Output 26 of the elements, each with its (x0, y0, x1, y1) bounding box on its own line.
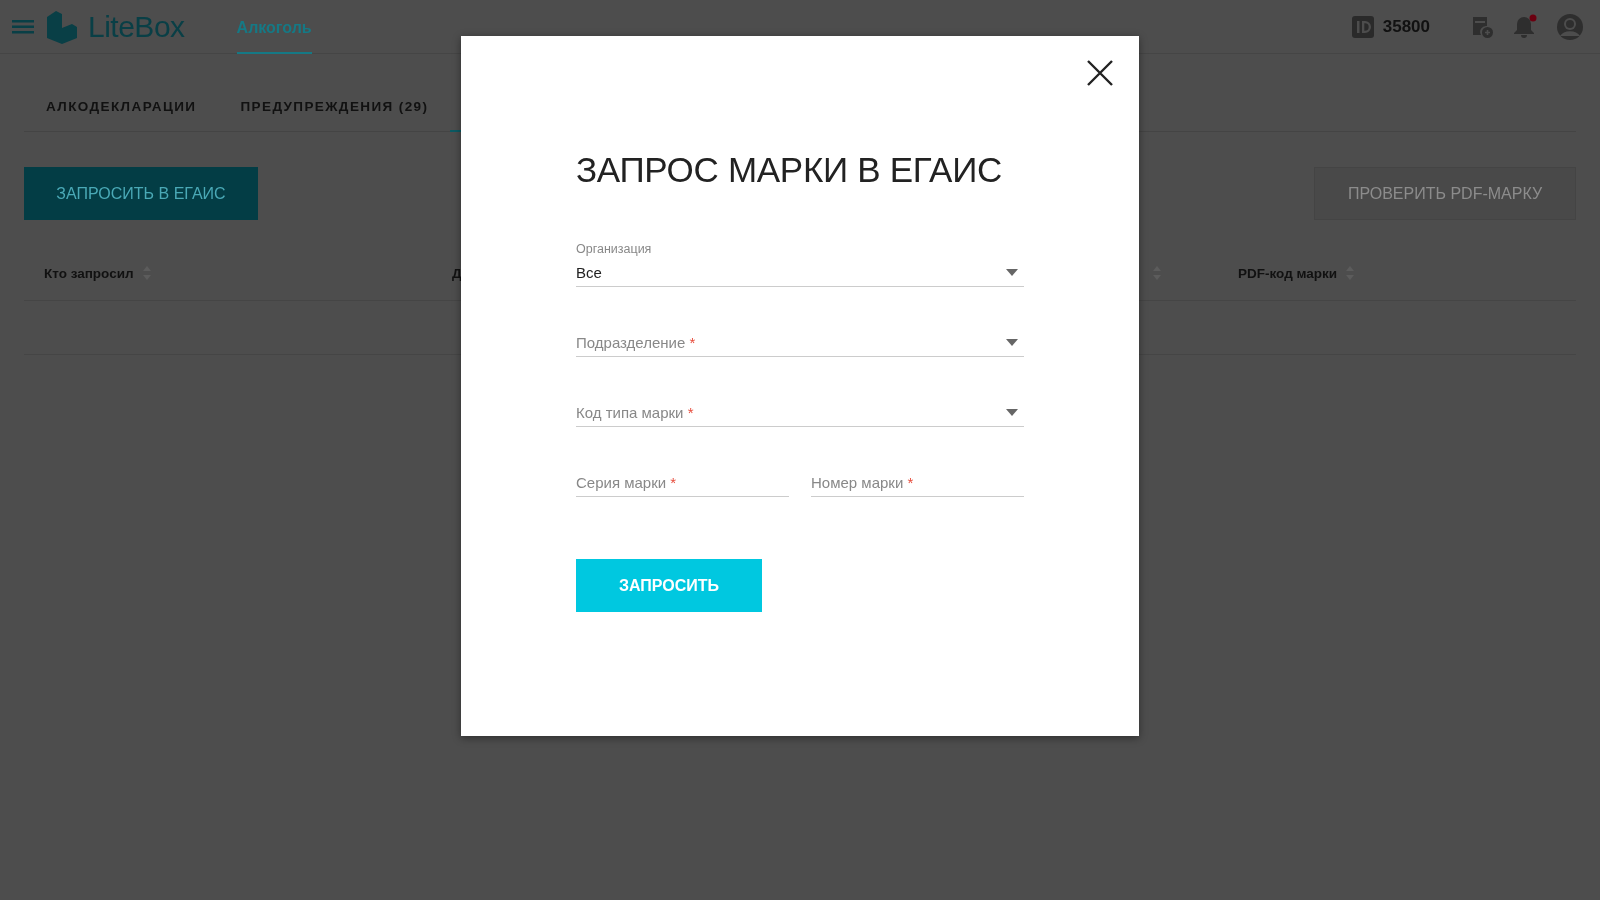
close-icon[interactable] (1087, 60, 1113, 86)
bell-icon[interactable] (1512, 13, 1538, 40)
dropdown-caret-icon (1006, 408, 1018, 416)
select-field[interactable]: Организация Все (576, 242, 1024, 287)
logo-icon (46, 9, 78, 44)
tab[interactable]: АЛКОДЕКЛАРАЦИИ (24, 99, 219, 132)
column-header: Кто запросил (44, 265, 134, 281)
dialog-title: ЗАПРОС МАРКИ В ЕГАИС (576, 150, 1003, 190)
select-field[interactable]: Код типа марки * (576, 401, 1024, 427)
column-header: Д (452, 265, 462, 281)
id-icon (1351, 15, 1374, 38)
dropdown-caret-icon (1006, 268, 1018, 276)
dropdown-caret-icon (1006, 338, 1018, 346)
check-pdf-button[interactable]: ПРОВЕРИТЬ PDF-МАРКУ (1314, 167, 1576, 220)
tab[interactable]: ПРЕДУПРЕЖДЕНИЯ (29) (218, 99, 451, 132)
input-field[interactable]: Серия марки * (576, 471, 789, 497)
input-field[interactable]: Номер марки * (811, 471, 1024, 497)
menu-icon[interactable] (12, 19, 34, 34)
select-field[interactable]: Подразделение * (576, 331, 1024, 357)
account-id: 35800 (1382, 16, 1430, 37)
submit-button[interactable]: ЗАПРОСИТЬ (576, 559, 762, 612)
brand-name: LiteBox (88, 9, 185, 44)
column-header: PDF-код марки (1238, 265, 1338, 281)
request-button[interactable]: ЗАПРОСИТЬ В ЕГАИС (24, 167, 258, 220)
avatar-icon[interactable] (1556, 12, 1584, 41)
card-add-icon[interactable] (1470, 14, 1494, 39)
